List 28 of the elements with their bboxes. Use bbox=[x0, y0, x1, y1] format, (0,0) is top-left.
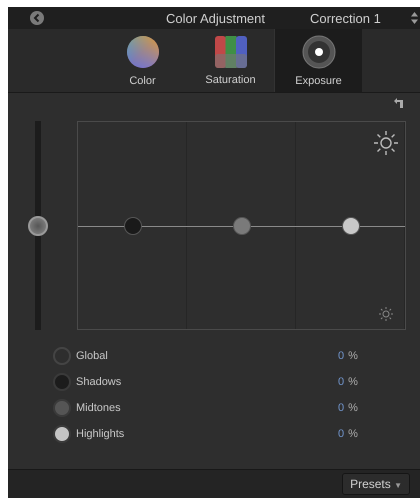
band-label: Highlights bbox=[76, 428, 126, 440]
band-value[interactable]: 0 bbox=[338, 376, 344, 388]
sun-icon bbox=[374, 131, 398, 155]
rgb-bars-icon bbox=[214, 36, 246, 68]
slider-thumb[interactable] bbox=[28, 216, 48, 236]
undo-icon[interactable] bbox=[394, 98, 403, 108]
exposure-puck[interactable] bbox=[342, 216, 360, 234]
panel-title: Color Adjustment bbox=[166, 10, 265, 26]
band-label: Global bbox=[76, 350, 109, 362]
percent-unit: % bbox=[348, 428, 358, 440]
inspector-tab[interactable]: Color bbox=[98, 29, 186, 92]
band-value[interactable]: 0 bbox=[338, 402, 344, 414]
color-wheel-icon bbox=[126, 34, 160, 68]
band-label: Midtones bbox=[76, 402, 122, 414]
band-label: Shadows bbox=[76, 376, 122, 388]
inspector-tab[interactable]: Exposure bbox=[274, 29, 362, 92]
exposure-icon bbox=[302, 34, 336, 68]
inspector-tab[interactable]: Saturation bbox=[186, 29, 274, 92]
percent-unit: % bbox=[348, 402, 358, 414]
back-icon[interactable] bbox=[30, 11, 44, 25]
sun-icon bbox=[379, 307, 393, 321]
correction-selector[interactable]: Correction 1 bbox=[306, 10, 385, 26]
band-value[interactable]: 0 bbox=[338, 350, 344, 362]
percent-unit: % bbox=[348, 350, 358, 362]
percent-unit: % bbox=[348, 376, 358, 388]
band-value[interactable]: 0 bbox=[338, 428, 344, 440]
presets-button[interactable]: Presets ▼ bbox=[342, 473, 410, 495]
stepper-icon[interactable] bbox=[411, 12, 418, 24]
